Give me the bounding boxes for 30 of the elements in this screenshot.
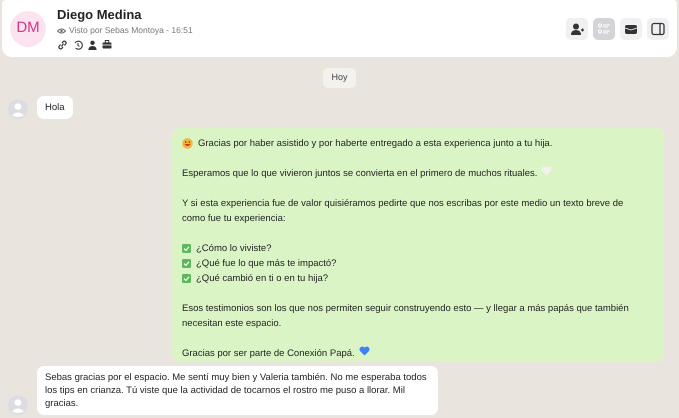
message-text: Y si esta experiencia fue de valor quisiéramos pedirte que nos escribas por este medio un texto breve de como fue tu experiencia: [182, 196, 624, 226]
message-text: Gracias por haber asistido y por haberte entregado a esta experienca junto a tu hija. [198, 136, 552, 150]
smiley-icon [182, 138, 193, 148]
contact-name: Diego Medina [57, 7, 143, 24]
link-icon[interactable] [57, 40, 68, 50]
avatar-icon [8, 394, 28, 414]
message-text: Esperamos que lo que vivieron juntos se convierta en el primero de muchos rituales. [182, 166, 538, 180]
toolbar-button[interactable] [647, 18, 669, 40]
eye-icon [57, 28, 66, 34]
toolbar-button[interactable] [566, 18, 588, 40]
history-icon[interactable] [73, 40, 83, 50]
date-pill: Hoy [323, 68, 356, 88]
heart-icon [541, 166, 552, 176]
toolbar-button[interactable] [620, 18, 642, 40]
message-text: Gracias por ser parte de Conexión Papá. [182, 346, 355, 360]
checklist-text: ¿Qué fue lo que más te impactó? [196, 256, 336, 270]
seen-status: Visto por Sebas Montoya - 16:51 [69, 24, 193, 37]
sidebar-toggle-icon [651, 22, 665, 36]
contact-avatar: DM [10, 10, 46, 46]
list-icon [597, 22, 611, 36]
checklist-text: ¿Cómo lo viviste? [196, 242, 272, 256]
checklist-text: ¿Qué cambió en ti o en tu hija? [196, 272, 328, 286]
briefcase-icon[interactable] [102, 40, 112, 50]
heart-icon [358, 346, 370, 356]
message-bubble: Hola [37, 96, 73, 118]
person-icon[interactable] [88, 40, 97, 50]
avatar-icon [8, 98, 28, 118]
message-text: Esos testimonios son los que nos permiten seguir construyendo esto — y llegar a más papás que también necesitan este espacio. [182, 302, 630, 330]
add-person-icon [570, 22, 584, 36]
message-bubble: Sebas gracias por el espacio. Me sentí muy bien y Valeria también. No me esperaba todos los tips en crianza. Tú viste que la actividad de tocarnos el rostro me puso a llorar. Mil gracias. [37, 366, 438, 414]
